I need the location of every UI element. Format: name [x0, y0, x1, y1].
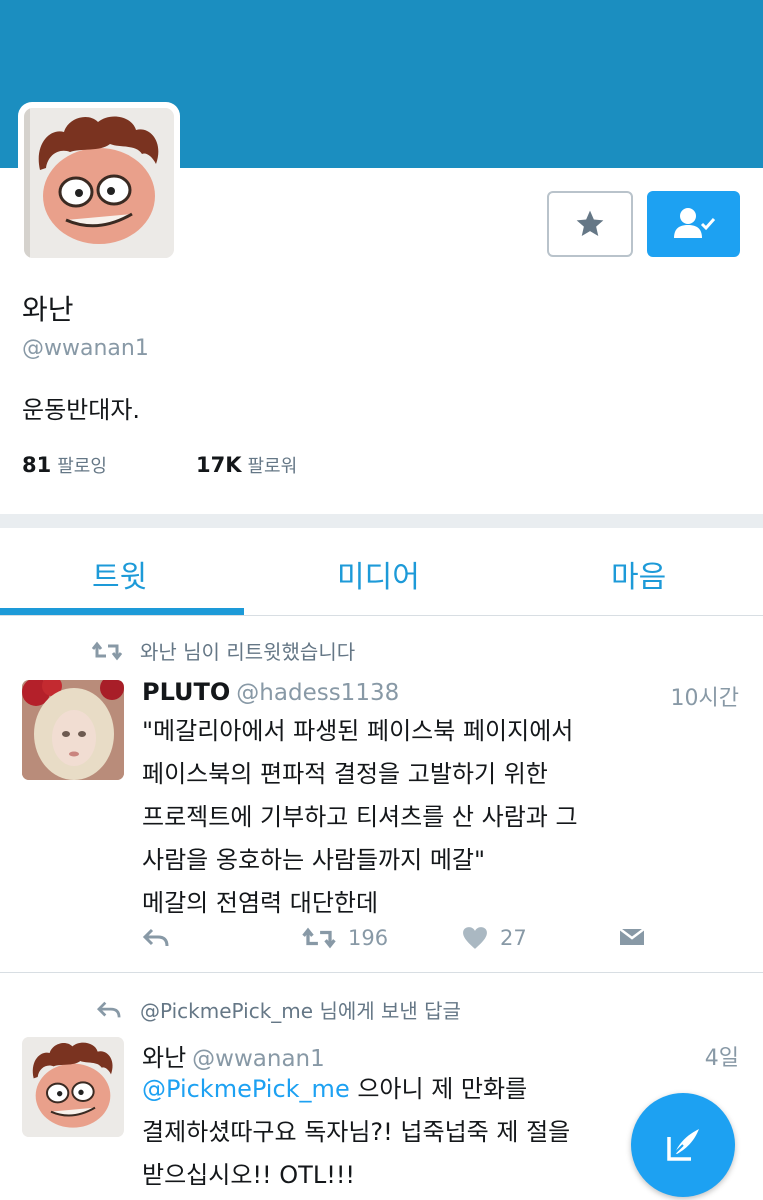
retweet-context-text: 와난 님이 리트윗했습니다	[140, 640, 356, 664]
favorite-button[interactable]	[547, 191, 633, 257]
reply-icon	[142, 928, 169, 947]
following-label: 팔로잉	[57, 456, 107, 477]
person-check-icon	[673, 208, 715, 238]
retweet-count: 196	[348, 926, 389, 950]
following-stat[interactable]: 81 팔로잉	[22, 452, 107, 478]
mention-link[interactable]: @PickmePick_me	[142, 1075, 350, 1103]
compose-icon	[667, 1129, 699, 1161]
tweet-author-name[interactable]: PLUTO	[142, 678, 230, 706]
followers-count: 17K	[196, 453, 242, 477]
active-tab-indicator	[0, 608, 244, 615]
tweet-actions: 196 27	[142, 920, 742, 960]
heart-icon	[463, 927, 487, 949]
retweet-icon	[302, 927, 336, 949]
compose-tweet-button[interactable]	[631, 1093, 735, 1197]
profile-bio: 운동반대자.	[22, 396, 141, 424]
reply-button[interactable]	[142, 926, 170, 950]
retweet-button[interactable]: 196	[302, 926, 388, 950]
retweet-icon	[92, 641, 122, 660]
like-count: 27	[500, 926, 527, 950]
tweet-author-avatar[interactable]	[22, 1037, 124, 1137]
tab-media[interactable]: 미디어	[337, 552, 420, 596]
following-button[interactable]	[647, 191, 740, 257]
reply-context-text: @PickmePick_me 님에게 보낸 답글	[140, 999, 461, 1023]
tweet-author-avatar[interactable]	[22, 680, 124, 780]
tweet-text-line: 페이스북의 편파적 결정을 고발하기 위한	[142, 760, 548, 788]
tweet-text: "메갈리아에서 파생된 페이스북 페이지에서 페이스북의 편파적 결정을 고발하…	[142, 710, 742, 925]
tweet-author-handle[interactable]: @hadess1138	[236, 680, 399, 706]
tweet-text-fragment: 으아니 제 만화를	[349, 1075, 528, 1103]
envelope-icon	[619, 928, 645, 945]
section-divider	[0, 514, 763, 528]
tweet-timestamp[interactable]: 10시간	[671, 680, 739, 712]
tab-likes[interactable]: 마음	[611, 552, 666, 596]
tab-tweets[interactable]: 트윗	[92, 552, 147, 596]
reply-context: @PickmePick_me 님에게 보낸 답글	[96, 995, 461, 1024]
tweet-header: PLUTO @hadess1138	[142, 678, 399, 706]
tweet-text-line: "메갈리아에서 파생된 페이스북 페이지에서	[142, 717, 574, 745]
doll-avatar-image	[22, 680, 124, 780]
cartoon-face-avatar-image	[24, 108, 174, 258]
cartoon-face-avatar-image	[23, 1037, 123, 1137]
tweet-text-line: 프로젝트에 기부하고 티셔츠를 산 사람과 그	[142, 803, 578, 831]
following-count: 81	[22, 453, 52, 477]
direct-message-button[interactable]	[618, 926, 646, 948]
profile-display-name: 와난	[22, 293, 74, 326]
profile-tabs: 트윗 미디어 마음	[0, 528, 763, 616]
profile-handle: @wwanan1	[22, 336, 149, 361]
followers-label: 팔로워	[247, 456, 298, 477]
reply-icon	[96, 1001, 121, 1017]
tweet-text-line: 메갈의 전염력 대단한데	[142, 889, 379, 917]
like-button[interactable]: 27	[462, 926, 527, 950]
followers-stat[interactable]: 17K 팔로워	[196, 452, 297, 478]
tweet-text-line: 사람을 옹호하는 사람들까지 메갈"	[142, 846, 486, 874]
retweet-context: 와난 님이 리트윗했습니다	[92, 636, 355, 665]
tweet-divider	[0, 972, 763, 973]
profile-avatar[interactable]	[18, 102, 180, 264]
star-icon	[576, 210, 604, 236]
